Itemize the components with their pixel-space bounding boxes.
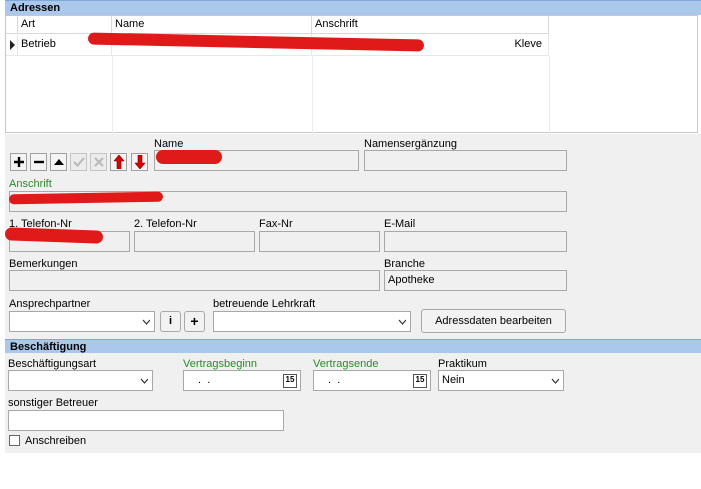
beschaeftigung-header: Beschäftigung	[5, 339, 701, 354]
row-indicator	[6, 34, 18, 56]
fax-label: Fax-Nr	[259, 218, 293, 230]
ansprechpartner-add-button[interactable]: +	[184, 311, 205, 332]
move-first-button[interactable]	[50, 153, 67, 171]
lehrkraft-value	[214, 315, 217, 327]
arrow-down-red-icon	[134, 155, 145, 169]
row-pointer-icon	[10, 40, 15, 50]
adressen-header: Adressen	[5, 0, 701, 15]
chevron-down-icon	[142, 319, 150, 325]
praktikum-value: Nein	[442, 374, 465, 386]
move-up-button[interactable]	[110, 153, 127, 171]
redaction-mark	[156, 150, 222, 164]
adressdaten-bearbeiten-button[interactable]: Adressdaten bearbeiten	[421, 309, 566, 333]
chevron-down-icon	[398, 319, 406, 325]
sonstiger-betreuer-label: sonstiger Betreuer	[8, 397, 98, 409]
anschreiben-label: Anschreiben	[25, 435, 87, 447]
vertragsende-field[interactable]: . . 15	[313, 370, 431, 391]
check-icon	[72, 157, 85, 167]
telefon2-label: 2. Telefon-Nr	[134, 218, 197, 230]
calendar-icon[interactable]: 15	[413, 374, 427, 388]
chevron-down-icon	[551, 378, 559, 384]
beschaeftigung-header-title: Beschäftigung	[10, 341, 87, 353]
remove-icon	[33, 160, 44, 164]
telefon2-field[interactable]	[134, 231, 255, 252]
anschreiben-checkbox[interactable]	[9, 435, 20, 446]
branche-field[interactable]: Apotheke	[384, 270, 567, 291]
ansprechpartner-label: Ansprechpartner	[9, 298, 91, 310]
ansprechpartner-value	[10, 315, 13, 327]
add-icon	[13, 157, 24, 167]
ansprechpartner-select[interactable]	[9, 311, 155, 332]
move-down-button[interactable]	[131, 153, 148, 171]
email-field[interactable]	[384, 231, 567, 252]
confirm-button[interactable]	[70, 153, 87, 171]
lehrkraft-label: betreuende Lehrkraft	[213, 298, 316, 310]
sonstiger-betreuer-field[interactable]	[8, 410, 284, 431]
adressen-header-title: Adressen	[10, 2, 61, 14]
move-up-icon	[53, 159, 64, 165]
namensergaenzung-field[interactable]	[364, 150, 567, 171]
vertragsende-value: . .	[325, 374, 341, 386]
column-header-anschrift[interactable]: Anschrift	[312, 16, 549, 34]
chevron-down-icon	[140, 378, 148, 384]
cancel-icon	[93, 157, 104, 167]
ansprechpartner-info-button[interactable]: i	[160, 311, 181, 332]
column-header-art[interactable]: Art	[18, 16, 112, 34]
remove-address-button[interactable]	[30, 153, 47, 171]
calendar-icon[interactable]: 15	[283, 374, 297, 388]
email-label: E-Mail	[384, 218, 416, 230]
beschaeftigungsart-value	[9, 374, 12, 386]
vertragsbeginn-field[interactable]: . . 15	[183, 370, 301, 391]
arrow-up-red-icon	[113, 155, 124, 169]
column-header-name[interactable]: Name	[112, 16, 312, 34]
add-address-button[interactable]	[10, 153, 27, 171]
discard-button[interactable]	[90, 153, 107, 171]
lehrkraft-select[interactable]	[213, 311, 411, 332]
praktikum-select[interactable]: Nein	[438, 370, 564, 391]
grid-header: Art Name Anschrift	[6, 16, 549, 34]
bemerkungen-field[interactable]	[9, 270, 380, 291]
beschaeftigungsart-select[interactable]	[8, 370, 153, 391]
fax-field[interactable]	[259, 231, 380, 252]
anschrift-label: Anschrift	[9, 178, 52, 190]
grid-header-indicator	[6, 16, 18, 34]
vertragsbeginn-value: . .	[195, 374, 211, 386]
